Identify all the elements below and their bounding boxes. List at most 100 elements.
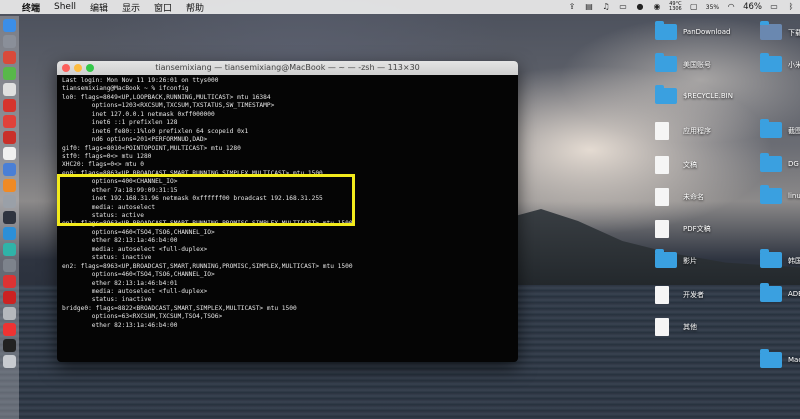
app-icon-red-5[interactable] bbox=[3, 291, 16, 304]
menu-edit[interactable]: 编辑 bbox=[90, 1, 108, 14]
dock bbox=[0, 16, 19, 419]
app-icon-orange[interactable] bbox=[3, 179, 16, 192]
desktop-icon[interactable]: PanDownload bbox=[655, 21, 730, 40]
terminal-line: XHC20: flags=0<> mtu 0 bbox=[62, 161, 144, 169]
desktop-icon-label: $RECYCLE.BIN bbox=[683, 92, 733, 100]
document-icon bbox=[655, 156, 669, 174]
desktop-icon-label: linu bbox=[788, 192, 800, 200]
desktop-icon[interactable]: $RECYCLE.BIN bbox=[655, 85, 733, 104]
app-icon-dark[interactable] bbox=[3, 211, 16, 224]
desktop-icon[interactable]: DG bbox=[760, 153, 799, 172]
desktop-icon-label: 文稿 bbox=[683, 161, 697, 169]
desktop-icon-label: PDF文稿 bbox=[683, 225, 711, 233]
status-area: ⇪ ▤ ♫ ▭ ● ◉ 49°C 1306 ▢ 35% ◠ 46% ▭ ᛒ bbox=[567, 0, 796, 14]
app-icon-red-3[interactable] bbox=[3, 131, 16, 144]
desktop-icon[interactable]: ADB bbox=[760, 283, 800, 302]
desktop-icon-label: 美国账号 bbox=[683, 61, 711, 69]
desktop-icon-label: DG bbox=[788, 160, 799, 168]
battery-icon[interactable]: ▭ bbox=[769, 2, 779, 12]
desktop-icon[interactable]: 截图 bbox=[760, 119, 800, 138]
menu-shell[interactable]: Shell bbox=[54, 2, 76, 12]
terminal-line: options=1203<RXCSUM,TXCSUM,TXSTATUS,SW_T… bbox=[62, 102, 275, 110]
battery-percent: 46% bbox=[743, 2, 762, 12]
app-icon-red-4[interactable] bbox=[3, 275, 16, 288]
app-icon-grey-3[interactable] bbox=[3, 307, 16, 320]
desktop-icon[interactable]: 应用程序 bbox=[655, 122, 711, 140]
terminal-line: options=63<RXCSUM,TXCSUM,TSO4,TSO6> bbox=[62, 313, 223, 321]
stack-icon[interactable]: ▤ bbox=[584, 2, 594, 12]
upload-icon[interactable]: ⇪ bbox=[567, 2, 577, 12]
desktop-icon[interactable]: 韩国 bbox=[760, 249, 800, 268]
menu-view[interactable]: 显示 bbox=[122, 1, 140, 14]
folder-icon bbox=[760, 153, 782, 172]
app-icon-red-2[interactable] bbox=[3, 115, 16, 128]
folder-icon bbox=[760, 119, 782, 138]
app-icon-red-6[interactable] bbox=[3, 323, 16, 336]
app-icon-blue-2[interactable] bbox=[3, 227, 16, 240]
highlight-box bbox=[57, 174, 355, 226]
desktop-icon[interactable]: 下载 bbox=[760, 21, 800, 40]
penguin-icon[interactable]: ● bbox=[635, 2, 645, 12]
desktop-icon[interactable]: 小米 bbox=[760, 53, 800, 72]
desktop-icon[interactable]: PDF文稿 bbox=[655, 220, 711, 238]
desktop-icon[interactable]: linu bbox=[760, 185, 800, 204]
desktop-icon[interactable]: 开发者 bbox=[655, 286, 704, 304]
terminal-line: ether 82:13:1a:46:b4:00 bbox=[62, 321, 178, 329]
terminal-line: stf0: flags=0<> mtu 1280 bbox=[62, 152, 152, 160]
terminal-line: ether 82:13:1a:46:b4:01 bbox=[62, 279, 178, 287]
terminal-line: ether 82:13:1a:46:b4:00 bbox=[62, 237, 178, 245]
desktop-icon-label: 开发者 bbox=[683, 291, 704, 299]
mail-icon[interactable] bbox=[3, 83, 16, 96]
desktop-icon[interactable]: Mac bbox=[760, 349, 800, 368]
fan-speed: 1306 bbox=[669, 6, 682, 12]
app-icon-blue[interactable] bbox=[3, 163, 16, 176]
system-stats[interactable]: 49°C 1306 bbox=[669, 2, 682, 12]
close-button[interactable] bbox=[62, 64, 70, 72]
desktop-icon-label: 影片 bbox=[683, 257, 697, 265]
app-icon-teal[interactable] bbox=[3, 243, 16, 256]
launchpad-icon[interactable] bbox=[3, 35, 16, 48]
desktop-icon[interactable]: 未命名 bbox=[655, 188, 704, 206]
folder-icon bbox=[760, 283, 782, 302]
app-icon-grey-2[interactable] bbox=[3, 259, 16, 272]
trash-icon[interactable] bbox=[3, 355, 16, 368]
desktop-icon[interactable]: 影片 bbox=[655, 249, 697, 268]
terminal-line: en2: flags=8963<UP,BROADCAST,SMART,RUNNI… bbox=[62, 262, 353, 270]
desktop-icon-label: 下载 bbox=[788, 29, 800, 37]
desktop-icon[interactable]: 其他 bbox=[655, 318, 697, 336]
desktop-icon-label: ADB bbox=[788, 290, 800, 298]
terminal-line: gif0: flags=8010<POINTOPOINT,MULTICAST> … bbox=[62, 144, 241, 152]
menu-help[interactable]: 帮助 bbox=[186, 1, 204, 14]
desktop-icon-label: 应用程序 bbox=[683, 127, 711, 135]
folder-icon bbox=[655, 21, 677, 40]
desktop-icon[interactable]: 文稿 bbox=[655, 156, 697, 174]
finder-icon[interactable] bbox=[3, 19, 16, 32]
menu-app-name[interactable]: 终端 bbox=[22, 1, 40, 14]
monitor-icon[interactable]: ▢ bbox=[689, 2, 699, 12]
zoom-button[interactable] bbox=[86, 64, 94, 72]
terminal-dock-icon[interactable] bbox=[3, 339, 16, 352]
calendar-icon[interactable] bbox=[3, 147, 16, 160]
music-icon[interactable]: ♫ bbox=[601, 2, 611, 12]
desktop-icon[interactable]: 美国账号 bbox=[655, 53, 711, 72]
wifi-icon[interactable]: ◠ bbox=[726, 2, 736, 12]
chrome-icon[interactable] bbox=[3, 51, 16, 64]
terminal-line: bridge0: flags=8822<BROADCAST,SMART,SIMP… bbox=[62, 304, 297, 312]
terminal-line: lo0: flags=8049<UP,LOOPBACK,RUNNING,MULT… bbox=[62, 93, 271, 101]
minimize-button[interactable] bbox=[74, 64, 82, 72]
terminal-line: status: inactive bbox=[62, 254, 152, 262]
terminal-line: Last login: Mon Nov 11 19:26:01 on ttys0… bbox=[62, 77, 219, 84]
document-icon bbox=[655, 188, 669, 206]
folder-icon bbox=[760, 21, 782, 40]
android-icon[interactable] bbox=[3, 67, 16, 80]
document-icon[interactable]: ▭ bbox=[618, 2, 628, 12]
bluetooth-icon[interactable]: ᛒ bbox=[786, 2, 796, 12]
document-icon bbox=[655, 318, 669, 336]
terminal-titlebar[interactable]: tiansemixiang — tiansemixiang@MacBook — … bbox=[57, 61, 518, 75]
terminal-line: options=460<TSO4,TSO6,CHANNEL_IO> bbox=[62, 228, 215, 236]
folder-icon bbox=[655, 53, 677, 72]
app-icon-red[interactable] bbox=[3, 99, 16, 112]
record-icon[interactable]: ◉ bbox=[652, 2, 662, 12]
app-icon-grey[interactable] bbox=[3, 195, 16, 208]
menu-window[interactable]: 窗口 bbox=[154, 1, 172, 14]
